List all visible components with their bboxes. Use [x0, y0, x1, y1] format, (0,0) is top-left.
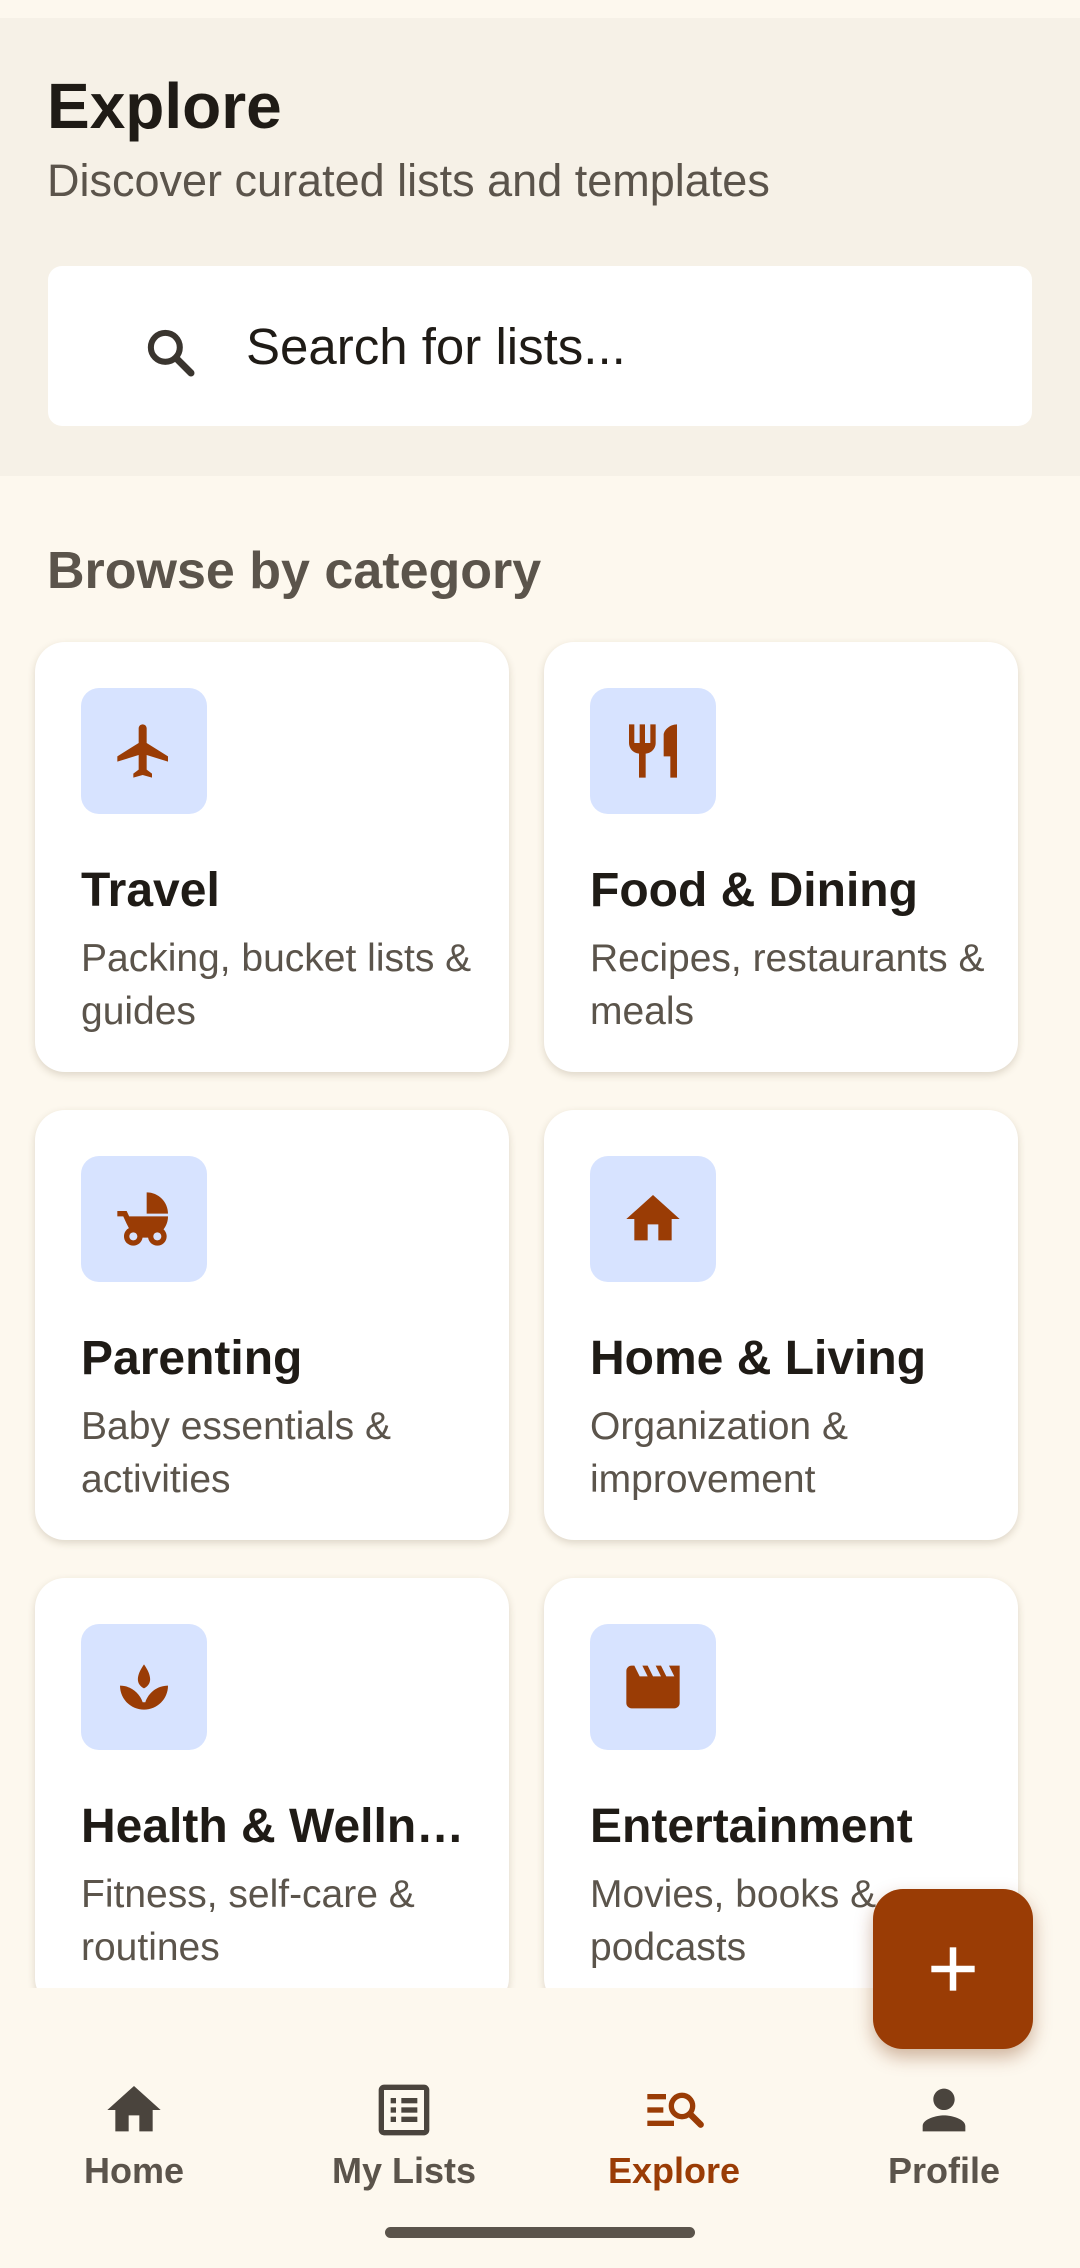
- category-card-parenting[interactable]: Parenting Baby essentials & activities: [35, 1110, 509, 1540]
- nav-label: Home: [83, 2150, 185, 2191]
- search-box[interactable]: [48, 266, 1074, 426]
- category-title: Entertainment: [590, 1800, 913, 1853]
- lotus-icon: [120, 1664, 168, 1710]
- add-list-button[interactable]: [873, 1889, 1033, 2049]
- home-indicator: [385, 2227, 695, 2238]
- status-bar: [0, 0, 1080, 18]
- home-icon: [107, 2086, 161, 2132]
- category-description: Recipes, restaurants & meals: [590, 937, 985, 1033]
- category-card-home-living[interactable]: Home & Living Organization & improvement: [544, 1110, 1018, 1540]
- plus-icon: [931, 1947, 975, 1991]
- house-icon: [626, 1195, 680, 1241]
- category-title: Travel: [81, 864, 220, 917]
- section-title: Browse by category: [47, 542, 542, 600]
- page-subtitle: Discover curated lists and templates: [47, 155, 770, 206]
- clapperboard-icon: [626, 1665, 680, 1709]
- explore-header: Explore Discover curated lists and templ…: [0, 18, 1080, 476]
- fork-knife-icon: [629, 724, 677, 778]
- airplane-icon: [117, 724, 168, 778]
- category-description: Packing, bucket lists & guides: [81, 937, 472, 1033]
- nav-item-profile[interactable]: Profile: [844, 2078, 1044, 2208]
- person-icon: [922, 2088, 966, 2132]
- nav-label: Profile: [887, 2150, 1001, 2191]
- category-icon-tile: [590, 688, 716, 814]
- category-card-food-dining[interactable]: Food & Dining Recipes, restaurants & mea…: [544, 642, 1018, 1072]
- category-card-travel[interactable]: Travel Packing, bucket lists & guides: [35, 642, 509, 1072]
- nav-item-home[interactable]: Home: [34, 2078, 234, 2208]
- nav-label: Explore: [607, 2150, 741, 2191]
- search-icon: [147, 329, 195, 377]
- category-description: Baby essentials & activities: [81, 1405, 392, 1501]
- page-title: Explore: [47, 70, 282, 142]
- list-icon: [378, 2084, 430, 2136]
- category-description: Fitness, self-care & routines: [81, 1873, 415, 1969]
- category-icon-tile: [590, 1156, 716, 1282]
- category-icon-tile: [590, 1624, 716, 1750]
- nav-item-my-lists[interactable]: My Lists: [304, 2078, 504, 2208]
- category-description: Organization & improvement: [590, 1405, 848, 1501]
- category-icon-tile: [81, 1156, 207, 1282]
- category-icon-tile: [81, 1624, 207, 1750]
- category-grid: Travel Packing, bucket lists & guides Fo…: [0, 620, 1080, 1988]
- nav-item-explore[interactable]: Explore: [574, 2078, 774, 2208]
- category-title: Health & Wellness: [81, 1800, 481, 1853]
- search-input[interactable]: [198, 296, 1074, 396]
- category-icon-tile: [81, 688, 207, 814]
- category-title: Food & Dining: [590, 864, 918, 917]
- category-title: Home & Living: [590, 1332, 927, 1385]
- stroller-icon: [117, 1192, 168, 1246]
- nav-label: My Lists: [331, 2150, 477, 2191]
- category-card-health-wellness[interactable]: Health & Wellness Fitness, self-care & r…: [35, 1578, 509, 1988]
- category-title: Parenting: [81, 1332, 303, 1385]
- explore-search-icon: [647, 2092, 704, 2128]
